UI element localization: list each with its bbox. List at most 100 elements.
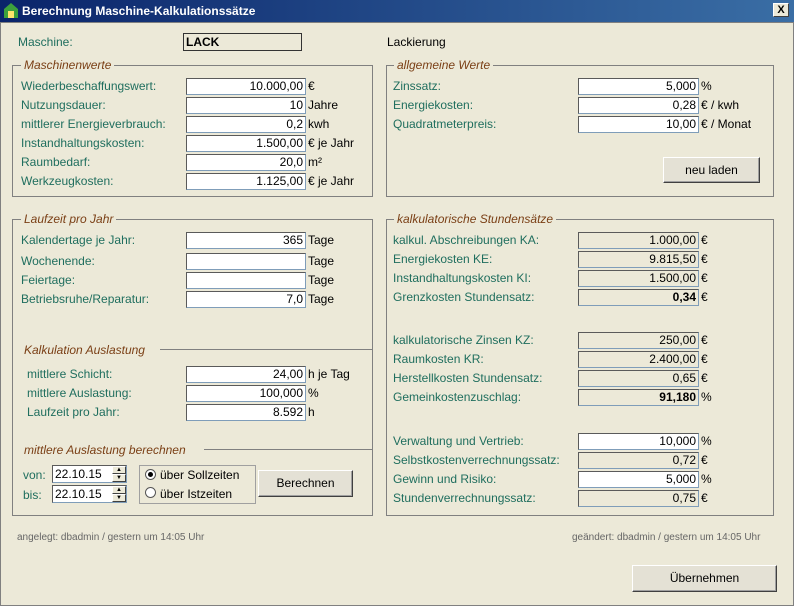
unit-label: kwh	[308, 117, 330, 131]
unit-label: %	[701, 79, 712, 93]
value-field: 0,34	[578, 289, 699, 306]
value-field[interactable]: 24,00	[186, 366, 306, 383]
field-label: Quadratmeterpreis:	[393, 117, 497, 131]
field-label: Instandhaltungskosten:	[21, 136, 145, 150]
value-field[interactable]	[186, 253, 306, 270]
spin-up-icon[interactable]: ▲	[112, 466, 126, 474]
value-field[interactable]: 5,000	[578, 78, 699, 95]
field-label: Stundenverrechnungssatz:	[393, 491, 536, 505]
spin-down-icon[interactable]: ▼	[112, 474, 126, 482]
value-field[interactable]: 8.592	[186, 404, 306, 421]
field-label: mittlerer Energieverbrauch:	[21, 117, 166, 131]
value-field[interactable]: 100,000	[186, 385, 306, 402]
title-bar[interactable]: Berechnung Maschine-Kalkulationssätze X	[0, 0, 794, 22]
unit-label: Tage	[308, 254, 335, 268]
unit-label: € / kwh	[701, 98, 740, 112]
field-label: Selbstkostenverrechnungssatz:	[393, 453, 560, 467]
unit-label: €	[701, 271, 708, 285]
unit-label: Tage	[308, 233, 335, 247]
divider	[204, 449, 372, 450]
unit-label: €	[701, 290, 708, 304]
machine-label: Maschine:	[18, 35, 73, 49]
value-field: 250,00	[578, 332, 699, 349]
radio-sollzeiten[interactable]	[145, 469, 156, 480]
field-label: Instandhaltungskosten KI:	[393, 271, 532, 285]
field-label: Energiekosten KE:	[393, 252, 493, 266]
reload-button[interactable]: neu laden	[663, 157, 760, 183]
group-title-berechnen: mittlere Auslastung berechnen	[21, 443, 189, 457]
changed-info: geändert: dbadmin / gestern um 14:05 Uhr	[572, 532, 761, 543]
group-title-stundensaetze: kalkulatorische Stundensätze	[394, 212, 557, 226]
value-field[interactable]: 1.125,00	[186, 173, 306, 190]
value-field[interactable]	[186, 272, 306, 289]
machine-name: Lackierung	[387, 35, 446, 49]
field-label: Raumbedarf:	[21, 155, 91, 169]
field-label: Herstellkosten Stundensatz:	[393, 371, 543, 385]
field-label: Verwaltung und Vertrieb:	[393, 434, 524, 448]
value-field: 0,75	[578, 490, 699, 507]
unit-label: €	[701, 352, 708, 366]
close-button[interactable]: X	[773, 3, 789, 17]
bis-date-spinner[interactable]: 22.10.15 ▲ ▼	[52, 485, 127, 503]
unit-label: € / Monat	[701, 117, 752, 131]
field-label: Feiertage:	[21, 273, 76, 287]
unit-label: %	[701, 390, 712, 404]
unit-label: %	[308, 386, 319, 400]
unit-label: €	[701, 453, 708, 467]
field-label: Energiekosten:	[393, 98, 474, 112]
window-title: Berechnung Maschine-Kalkulationssätze	[22, 4, 256, 18]
value-field[interactable]: 0,28	[578, 97, 699, 114]
field-label: Werkzeugkosten:	[21, 174, 114, 188]
value-field[interactable]: 5,000	[578, 471, 699, 488]
von-label: von:	[23, 468, 46, 482]
field-label: Zinssatz:	[393, 79, 442, 93]
radio-istzeiten[interactable]	[145, 487, 156, 498]
value-field[interactable]: 7,0	[186, 291, 306, 308]
value-field: 91,180	[578, 389, 699, 406]
unit-label: €	[701, 233, 708, 247]
von-date-spinner[interactable]: 22.10.15 ▲ ▼	[52, 465, 127, 483]
unit-label: h	[308, 405, 315, 419]
field-label: Laufzeit pro Jahr:	[27, 405, 120, 419]
app-icon	[4, 3, 18, 18]
bis-date-value: 22.10.15	[55, 487, 102, 501]
field-label: mittlere Auslastung:	[27, 386, 132, 400]
unit-label: €	[701, 491, 708, 505]
spin-down-icon[interactable]: ▼	[112, 494, 126, 502]
value-field[interactable]: 20,0	[186, 154, 306, 171]
machine-code-field[interactable]: LACK	[183, 33, 302, 51]
bis-label: bis:	[23, 488, 42, 502]
field-label: Grenzkosten Stundensatz:	[393, 290, 535, 304]
field-label: Betriebsruhe/Reparatur:	[21, 292, 150, 306]
value-field: 2.400,00	[578, 351, 699, 368]
von-date-value: 22.10.15	[55, 467, 102, 481]
value-field: 0,72	[578, 452, 699, 469]
apply-button[interactable]: Übernehmen	[632, 565, 777, 592]
value-field[interactable]: 10,00	[578, 116, 699, 133]
field-label: Gemeinkostenzuschlag:	[393, 390, 522, 404]
unit-label: Jahre	[308, 98, 339, 112]
unit-label: €	[701, 252, 708, 266]
value-field[interactable]: 365	[186, 232, 306, 249]
radio-sollzeiten-label[interactable]: über Sollzeiten	[160, 468, 239, 482]
berechnen-button[interactable]: Berechnen	[258, 470, 353, 497]
unit-label: %	[701, 472, 712, 486]
field-label: Gewinn und Risiko:	[393, 472, 497, 486]
value-field[interactable]: 0,2	[186, 116, 306, 133]
value-field[interactable]: 1.500,00	[186, 135, 306, 152]
field-label: Wochenende:	[21, 254, 95, 268]
group-title-auslastung: Kalkulation Auslastung	[21, 343, 148, 357]
value-field[interactable]: 10,000	[578, 433, 699, 450]
unit-label: €	[701, 333, 708, 347]
field-label: Wiederbeschaffungswert:	[21, 79, 157, 93]
field-label: kalkulatorische Zinsen KZ:	[393, 333, 534, 347]
field-label: Kalendertage je Jahr:	[21, 233, 136, 247]
unit-label: € je Jahr	[308, 174, 355, 188]
unit-label: Tage	[308, 273, 335, 287]
spin-up-icon[interactable]: ▲	[112, 486, 126, 494]
field-label: kalkul. Abschreibungen KA:	[393, 233, 540, 247]
value-field[interactable]: 10.000,00	[186, 78, 306, 95]
radio-istzeiten-label[interactable]: über Istzeiten	[160, 487, 232, 501]
unit-label: %	[701, 434, 712, 448]
value-field[interactable]: 10	[186, 97, 306, 114]
